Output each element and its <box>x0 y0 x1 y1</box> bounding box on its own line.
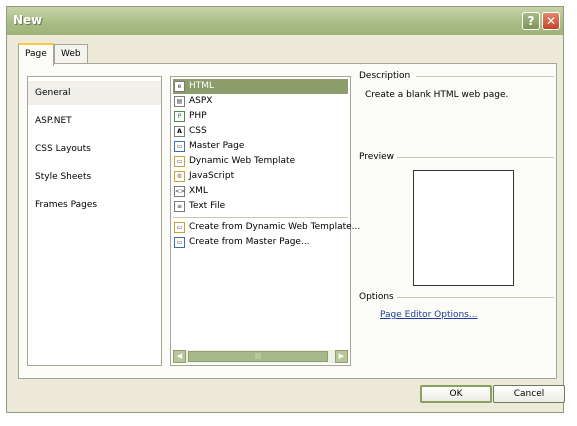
master-page-icon: ▭ <box>174 141 185 152</box>
tab-web-site[interactable]: Web Site <box>54 44 88 77</box>
options-heading: Options <box>359 292 394 302</box>
dynamic-web-template-icon: ▭ <box>174 156 185 167</box>
xml-file-icon: <> <box>174 186 186 197</box>
template-xml[interactable]: <> XML <box>173 184 348 199</box>
template-dynamic-web-template[interactable]: ▭ Dynamic Web Template <box>173 154 348 169</box>
aspx-page-icon: ▤ <box>174 96 185 107</box>
page-editor-options-link[interactable]: Page Editor Options... <box>380 310 477 320</box>
create-from-master-page-icon: ▭ <box>174 237 185 248</box>
description-heading: Description <box>359 71 411 81</box>
description-line <box>416 76 554 77</box>
category-general[interactable]: General <box>28 81 161 105</box>
description-text: Create a blank HTML web page. <box>365 90 509 100</box>
template-create-from-dwt[interactable]: ▭ Create from Dynamic Web Template... <box>173 220 360 235</box>
close-icon: ✕ <box>545 14 557 28</box>
text-file-icon: ≡ <box>174 201 185 212</box>
css-file-icon: A <box>174 126 185 137</box>
scroll-right-button[interactable]: ▶ <box>335 350 348 363</box>
title-bar[interactable]: New ? ✕ <box>7 7 563 35</box>
template-master-page[interactable]: ▭ Master Page <box>173 139 348 154</box>
template-divider <box>173 217 348 218</box>
template-label: ASPX <box>189 96 213 106</box>
template-php[interactable]: P PHP <box>173 109 348 124</box>
chevron-right-icon: ▶ <box>338 352 345 360</box>
template-label: Text File <box>189 201 226 211</box>
help-button[interactable]: ? <box>522 12 540 30</box>
template-label: PHP <box>189 111 207 121</box>
javascript-file-icon: ⚙ <box>174 171 185 182</box>
template-label: Create from Dynamic Web Template... <box>189 222 361 232</box>
chevron-left-icon: ◀ <box>176 352 183 360</box>
preview-heading: Preview <box>359 152 395 162</box>
close-button[interactable]: ✕ <box>542 12 560 30</box>
options-line <box>397 297 554 298</box>
template-label: Dynamic Web Template <box>189 156 296 166</box>
category-style-sheets[interactable]: Style Sheets <box>28 165 161 189</box>
template-css[interactable]: A CSS <box>173 124 348 139</box>
ok-button[interactable]: OK <box>420 385 492 403</box>
template-text-file[interactable]: ≡ Text File <box>173 199 348 214</box>
template-label: XML <box>189 186 208 196</box>
template-aspx[interactable]: ▤ ASPX <box>173 94 348 109</box>
php-page-icon: P <box>174 111 185 122</box>
tab-page[interactable]: Page <box>18 43 54 66</box>
template-list: e HTML ▤ ASPX P PHP A CSS ▭ Master Page … <box>170 76 360 366</box>
category-frames-pages[interactable]: Frames Pages <box>28 193 161 217</box>
scroll-left-button[interactable]: ◀ <box>173 350 186 363</box>
template-create-from-master-page[interactable]: ▭ Create from Master Page... <box>173 235 348 250</box>
template-html[interactable]: e HTML <box>173 79 348 94</box>
preview-line <box>397 157 554 158</box>
new-dialog: New ? ✕ Page Web Site General ASP.NET CS… <box>6 6 565 413</box>
horizontal-scrollbar[interactable]: ◀ ||| ▶ <box>173 350 348 363</box>
scroll-thumb[interactable]: ||| <box>188 351 328 362</box>
preview-box <box>413 170 514 286</box>
template-label: Create from Master Page... <box>189 237 310 247</box>
grip-icon: ||| <box>254 353 262 360</box>
cancel-button[interactable]: Cancel <box>493 385 565 403</box>
template-label: Master Page <box>189 141 245 151</box>
html-page-icon: e <box>174 81 185 92</box>
category-aspnet[interactable]: ASP.NET <box>28 109 161 133</box>
page-tab-panel: General ASP.NET CSS Layouts Style Sheets… <box>18 63 557 379</box>
window-title: New <box>13 13 43 27</box>
question-mark-icon: ? <box>527 14 535 28</box>
create-from-dwt-icon: ▭ <box>174 222 185 233</box>
template-label: HTML <box>189 81 215 91</box>
template-label: CSS <box>189 126 207 136</box>
category-css-layouts[interactable]: CSS Layouts <box>28 137 161 161</box>
template-label: JavaScript <box>189 171 235 181</box>
template-javascript[interactable]: ⚙ JavaScript <box>173 169 348 184</box>
category-list: General ASP.NET CSS Layouts Style Sheets… <box>27 76 162 366</box>
